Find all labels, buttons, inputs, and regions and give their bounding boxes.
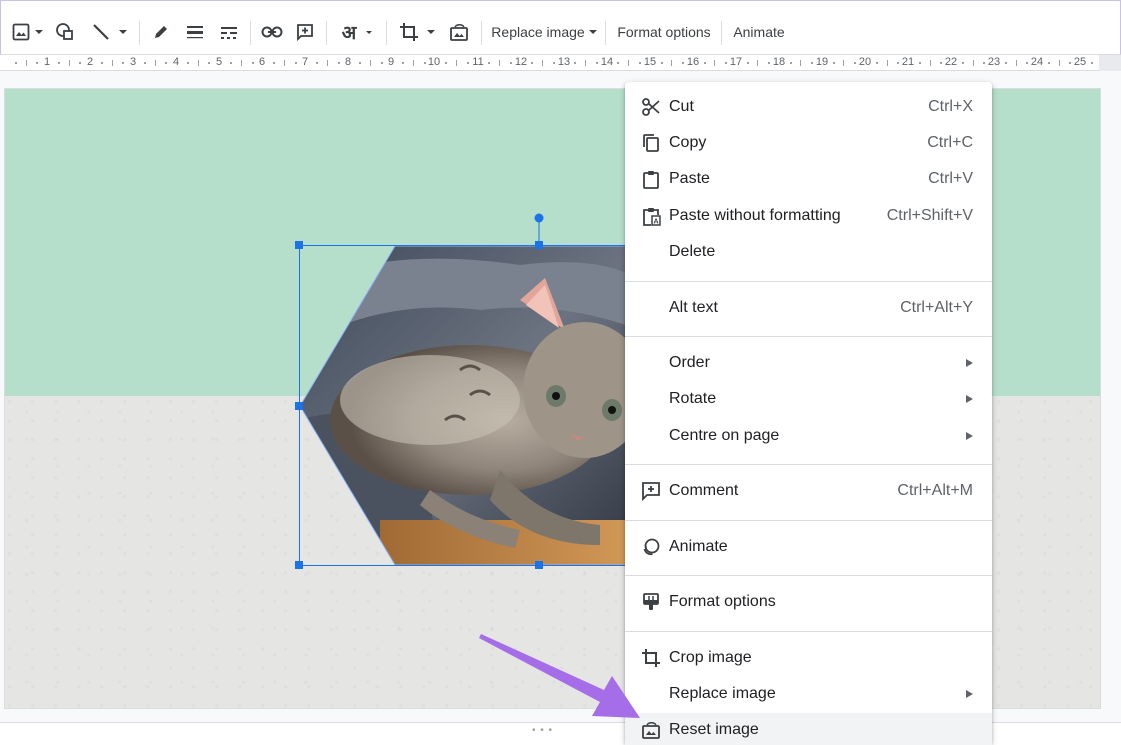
reset-image-icon <box>639 718 663 742</box>
scissors-icon <box>639 95 663 119</box>
menu-item-rotate[interactable]: Rotate <box>625 382 992 416</box>
menu-item-centre-on-page[interactable]: Centre on page <box>625 419 992 453</box>
menu-item-label: Reset image <box>669 721 759 738</box>
menu-item-cut[interactable]: Cut Ctrl+X <box>625 90 992 124</box>
menu-item-shortcut: Ctrl+V <box>928 170 973 187</box>
menu-item-paste[interactable]: Paste Ctrl+V <box>625 162 992 196</box>
submenu-arrow-icon <box>966 432 973 440</box>
clipboard-icon <box>639 167 663 191</box>
menu-divider <box>625 520 992 521</box>
menu-item-shortcut: Ctrl+Alt+M <box>897 482 973 499</box>
resize-handle[interactable] <box>535 241 543 249</box>
menu-item-crop-image[interactable]: Crop image <box>625 641 992 675</box>
menu-divider <box>625 575 992 576</box>
menu-item-reset-image[interactable]: Reset image <box>625 713 992 745</box>
resize-handle[interactable] <box>295 241 303 249</box>
submenu-arrow-icon <box>966 395 973 403</box>
paste-plain-icon: A <box>639 204 663 228</box>
menu-divider <box>625 336 992 337</box>
resize-handle[interactable] <box>535 561 543 569</box>
context-menu: Cut Ctrl+X Copy Ctrl+C Paste Ctrl+V A Pa… <box>625 82 992 745</box>
menu-item-shortcut: Ctrl+C <box>927 134 973 151</box>
menu-item-delete[interactable]: Delete <box>625 235 992 269</box>
svg-text:A: A <box>654 219 659 226</box>
menu-item-label: Paste without formatting <box>669 207 841 224</box>
menu-item-label: Copy <box>669 134 707 151</box>
menu-item-label: Cut <box>669 98 694 115</box>
menu-item-comment[interactable]: Comment Ctrl+Alt+M <box>625 474 992 508</box>
menu-divider <box>625 631 992 632</box>
resize-handle[interactable] <box>295 561 303 569</box>
menu-divider <box>625 464 992 465</box>
crop-icon <box>639 646 663 670</box>
menu-item-label: Rotate <box>669 390 717 407</box>
menu-item-label: Comment <box>669 482 739 499</box>
resize-handle[interactable] <box>295 402 303 410</box>
menu-item-label: Delete <box>669 243 716 260</box>
add-comment-icon <box>639 479 663 503</box>
submenu-arrow-icon <box>966 690 973 698</box>
menu-divider <box>625 281 992 282</box>
menu-item-paste-without-formatting[interactable]: A Paste without formatting Ctrl+Shift+V <box>625 199 992 233</box>
drag-handle-icon[interactable]: • • • <box>532 725 553 736</box>
menu-item-shortcut: Ctrl+X <box>928 98 973 115</box>
menu-item-shortcut: Ctrl+Shift+V <box>886 207 973 224</box>
menu-item-shortcut: Ctrl+Alt+Y <box>900 299 973 316</box>
menu-item-label: Format options <box>669 593 776 610</box>
menu-item-label: Replace image <box>669 685 776 702</box>
animate-icon <box>639 535 663 559</box>
menu-item-alt-text[interactable]: Alt text Ctrl+Alt+Y <box>625 291 992 325</box>
menu-item-label: Alt text <box>669 299 718 316</box>
menu-item-label: Centre on page <box>669 427 780 444</box>
menu-item-label: Order <box>669 354 710 371</box>
menu-item-label: Paste <box>669 170 710 187</box>
menu-item-copy[interactable]: Copy Ctrl+C <box>625 126 992 160</box>
menu-item-order[interactable]: Order <box>625 346 992 380</box>
copy-icon <box>639 131 663 155</box>
rotate-handle[interactable] <box>534 213 544 223</box>
menu-item-label: Crop image <box>669 649 752 666</box>
menu-item-label: Animate <box>669 538 728 555</box>
menu-item-animate[interactable]: Animate <box>625 530 992 564</box>
menu-item-format-options[interactable]: Format options <box>625 585 992 619</box>
menu-item-replace-image[interactable]: Replace image <box>625 677 992 711</box>
submenu-arrow-icon <box>966 359 973 367</box>
format-options-icon <box>639 590 663 614</box>
